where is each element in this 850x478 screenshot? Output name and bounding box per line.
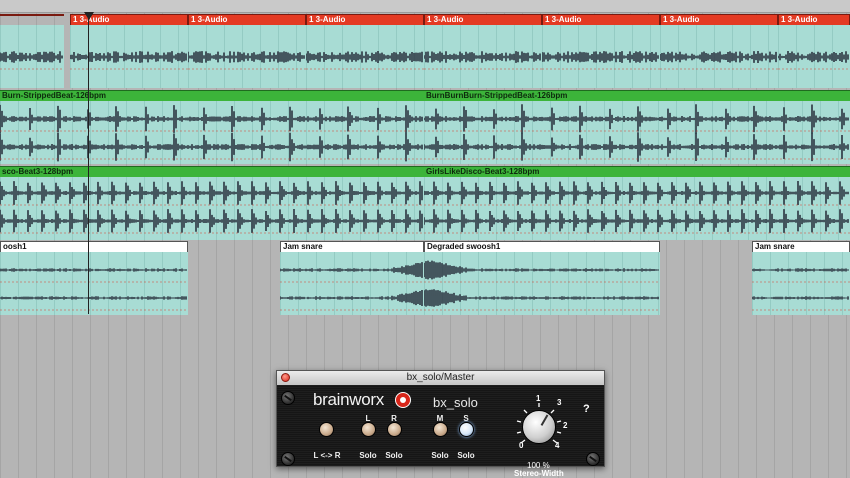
screw-icon <box>586 452 600 466</box>
knob-body[interactable] <box>522 410 556 444</box>
m-solo-label: Solo <box>431 451 449 460</box>
waveform-area <box>188 25 306 88</box>
brand-logo-text: brainworx <box>313 390 384 409</box>
s-solo-label: Solo <box>457 451 475 460</box>
waveform-icon <box>424 104 850 162</box>
waveform-icon <box>0 268 188 311</box>
region-fx-track[interactable]: Jam snare <box>752 241 850 315</box>
waveform-icon <box>424 181 850 234</box>
region-beat-track[interactable]: BurnBurnBurn-StrippedBeat-126bpm <box>424 90 850 164</box>
knob-tick-3: 3 <box>557 398 562 407</box>
waveform-area <box>424 25 542 88</box>
plugin-titlebar[interactable]: bx_solo/Master <box>277 371 604 386</box>
brainworx-logo-icon <box>395 392 411 408</box>
region-fx-track[interactable]: Degraded swoosh1 <box>424 241 660 315</box>
m-solo-button[interactable] <box>433 422 448 437</box>
region-audio-track[interactable] <box>0 14 64 88</box>
waveform-icon <box>0 181 424 234</box>
product-name: bx_solo <box>433 395 478 410</box>
waveform-area <box>280 252 424 315</box>
waveform-area <box>778 25 850 88</box>
waveform-area <box>0 252 188 315</box>
knob-tick-1: 1 <box>536 394 541 403</box>
waveform-area <box>542 25 660 88</box>
waveform-icon <box>542 51 660 70</box>
region-audio-track[interactable]: 1 3-Audio <box>188 14 306 88</box>
waveform-area <box>424 252 660 315</box>
knob-tick-0: 0 <box>519 441 524 450</box>
knob-tick-4: 4 <box>555 441 560 450</box>
region-audio-track[interactable]: 1 3-Audio <box>424 14 542 88</box>
region-beat-track[interactable]: Burn-StrippedBeat-126bpm <box>0 90 424 164</box>
waveform-area <box>424 101 850 164</box>
track-lane-fx[interactable]: oosh1 Jam snare Degraded swoosh1 Jam snare <box>0 241 850 315</box>
plugin-window-title: bx_solo/Master <box>406 372 475 383</box>
knob-indicator <box>540 414 549 426</box>
region-label <box>0 14 64 16</box>
knob-tick-2: 2 <box>563 421 568 430</box>
track-lane-audio[interactable]: 1 3-Audio 1 3-Audio 1 3-Audio 1 3-Audio 1 3-… <box>0 14 850 88</box>
waveform-area <box>306 25 424 88</box>
playhead-marker[interactable] <box>84 12 94 20</box>
waveform-area <box>0 101 424 164</box>
plugin-window: bx_solo/Master brainworx bx_solo ? L <->… <box>276 370 605 478</box>
timeline-ruler[interactable] <box>0 0 850 13</box>
plugin-panel: brainworx bx_solo ? L <-> R L Solo R Sol… <box>277 385 604 478</box>
waveform-icon <box>280 262 424 311</box>
stereo-width-label: Stereo-Width <box>514 469 564 478</box>
track-lane-disco[interactable]: sco-Beat3-128bpm GirlsLikeDisco-Beat3-128… <box>0 166 850 240</box>
screw-icon <box>281 452 295 466</box>
region-audio-track[interactable]: 1 3-Audio <box>778 14 850 88</box>
r-solo-button[interactable] <box>387 422 402 437</box>
region-disco-track[interactable]: GirlsLikeDisco-Beat3-128bpm <box>424 166 850 240</box>
region-audio-track[interactable]: 1 3-Audio <box>306 14 424 88</box>
waveform-area <box>660 25 778 88</box>
playhead-line[interactable] <box>88 12 89 314</box>
waveform-icon <box>424 51 542 70</box>
region-fx-track[interactable]: oosh1 <box>0 241 188 315</box>
waveform-icon <box>0 51 64 70</box>
s-solo-button[interactable] <box>459 422 474 437</box>
r-solo-label: Solo <box>385 451 403 460</box>
l-solo-label: Solo <box>359 451 377 460</box>
region-audio-track[interactable]: 1 3-Audio <box>542 14 660 88</box>
screw-icon <box>281 391 295 405</box>
region-fx-track[interactable]: Jam snare <box>280 241 424 315</box>
lr-swap-button[interactable] <box>319 422 334 437</box>
waveform-icon <box>188 51 306 70</box>
help-button[interactable]: ? <box>583 403 590 415</box>
waveform-icon <box>306 51 424 70</box>
waveform-area <box>424 177 850 240</box>
waveform-icon <box>0 104 424 162</box>
waveform-area <box>0 25 64 88</box>
region-audio-track[interactable]: 1 3-Audio <box>660 14 778 88</box>
stereo-width-knob[interactable]: 0 1 2 3 4 <box>511 394 568 455</box>
track-lane-beat[interactable]: Burn-StrippedBeat-126bpm BurnBurnBurn-Str… <box>0 90 850 164</box>
lr-swap-label: L <-> R <box>313 451 341 460</box>
waveform-icon <box>778 51 850 70</box>
waveform-icon <box>660 51 778 70</box>
waveform-area <box>0 177 424 240</box>
waveform-icon <box>424 260 660 311</box>
waveform-icon <box>752 268 850 311</box>
region-disco-track[interactable]: sco-Beat3-128bpm <box>0 166 424 240</box>
l-solo-button[interactable] <box>361 422 376 437</box>
waveform-area <box>752 252 850 315</box>
